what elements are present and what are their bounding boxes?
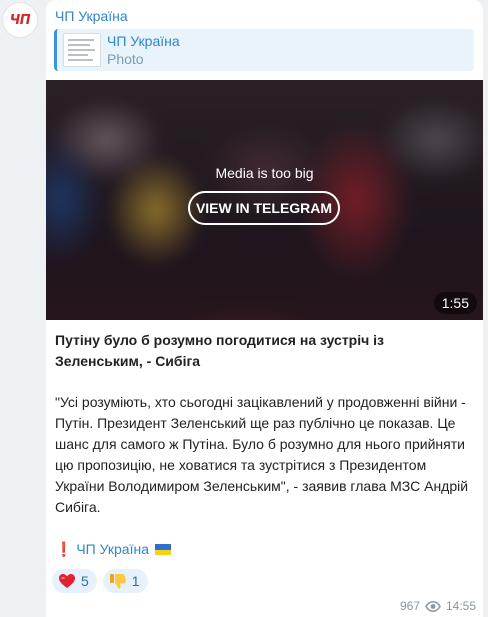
heart-icon: [59, 574, 75, 588]
channel-name[interactable]: ЧП Україна: [55, 8, 128, 24]
post-time: 14:55: [445, 599, 476, 613]
view-in-telegram-button[interactable]: VIEW IN TELEGRAM: [188, 191, 340, 225]
reaction-heart[interactable]: 5: [52, 569, 97, 593]
post-body: "Усі розуміють, хто сьогодні зацікавлени…: [55, 394, 469, 515]
media-too-big-message: Media is too big: [215, 165, 314, 181]
thumbs-down-icon: [109, 574, 126, 589]
reaction-thumbs-down[interactable]: 1: [102, 569, 148, 593]
post-signature: ❗ ЧП Україна: [55, 539, 171, 560]
signature-link[interactable]: ЧП Україна: [76, 541, 149, 557]
reply-subtitle: Photo: [107, 51, 144, 67]
avatar-text: ЧП: [9, 12, 31, 28]
eye-icon: [425, 600, 441, 612]
reaction-thumbs-down-count: 1: [131, 573, 140, 589]
message-meta: 967 14:55: [400, 599, 476, 613]
reply-thumbnail: [63, 33, 101, 67]
post-headline: Путіну було б розумно погодитися на зуст…: [55, 332, 384, 369]
exclamation-icon: ❗: [55, 541, 73, 557]
channel-avatar[interactable]: ЧП: [2, 2, 38, 38]
message-bubble: ЧП Україна ЧП Україна Photo Media is too…: [46, 0, 483, 617]
reaction-heart-count: 5: [81, 573, 89, 589]
video-duration: 1:55: [433, 292, 477, 314]
reactions-bar: 5 1: [52, 569, 148, 593]
reply-preview[interactable]: ЧП Україна Photo: [54, 29, 474, 71]
video-preview[interactable]: Media is too big VIEW IN TELEGRAM 1:55: [46, 80, 483, 320]
reply-title: ЧП Україна: [107, 33, 180, 49]
view-count: 967: [399, 599, 420, 613]
ukraine-flag-icon: [154, 544, 171, 555]
